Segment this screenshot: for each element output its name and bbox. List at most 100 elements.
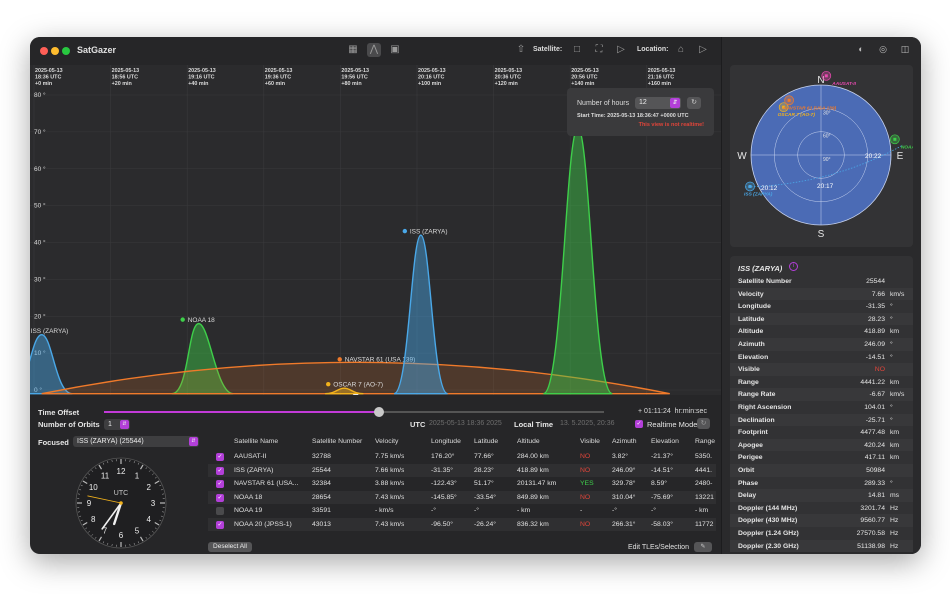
lock-icon[interactable]: □ [570,43,584,57]
header-elevation[interactable]: Elevation [651,438,679,445]
polar-plot[interactable]: 30°60°90°NSW EAAUSAT-IIOSCAR 7 (AO-7)NAVS… [730,65,921,247]
info-icon[interactable]: i [789,262,798,271]
time-offset-thumb[interactable] [374,407,384,417]
header-latitude[interactable]: Latitude [474,438,498,445]
y-tick-label: 50 ° [34,202,46,210]
table-row[interactable]: ✓ AAUSAT-II 32788 7.75 km/s 176.20° 77.66° 284… [208,450,716,463]
info-unit: km [890,429,900,437]
info-row: Visible NO [730,363,913,376]
pass-peak-dot [326,381,331,387]
zoom-window-button[interactable] [62,47,70,55]
row-checkbox[interactable]: ✓ [216,493,224,502]
focused-value: ISS (ZARYA) (25544) [77,438,144,445]
utc-field[interactable]: 2025-05-13 18:36 2025 [429,420,502,427]
edit-pencil-icon[interactable]: ✎ [694,542,712,552]
clock-center [119,501,123,505]
info-unit: ° [890,315,893,323]
info-unit: ms [890,492,900,500]
deselect-all-button[interactable]: Deselect All [208,542,252,552]
row-checkbox[interactable]: ✓ [216,453,224,461]
orbits-value: 1 [108,421,112,428]
reset-icon[interactable]: ↻ [697,418,710,429]
header-altitude[interactable]: Altitude [517,438,540,445]
info-key: Declination [738,416,775,424]
contrast-icon[interactable]: ◐ [855,43,867,55]
row-checkbox[interactable]: ✓ [216,480,224,489]
row-checkbox[interactable]: ✓ [216,466,224,475]
info-row: Declination -25.71 ° [730,413,913,427]
realtime-checkbox[interactable]: ✓ [635,420,643,428]
info-unit: Hz [890,517,899,525]
cell-name: NOAA 20 (JPSS-1) [234,521,292,528]
row-checkbox[interactable]: ✓ [216,521,224,529]
polar-satellite[interactable]: AAUSAT-II [821,70,857,87]
close-window-button[interactable] [40,47,48,55]
info-value: 25544 [866,278,885,285]
info-unit: ° [890,416,893,424]
info-unit: Hz [890,530,899,537]
chart-icon[interactable]: ⋀ [367,43,381,57]
split-location-icon[interactable]: ▷ [696,43,710,57]
table-row[interactable]: NOAA 19 33591 - km/s -° -° - km - -° -° - km [208,504,716,517]
hours-select[interactable]: 12 ⇵ [635,97,681,109]
info-key: Apogee [738,441,763,449]
row-checkbox[interactable] [216,507,224,516]
sidebar-toggle-icon[interactable]: ◫ [899,43,911,55]
target-icon[interactable]: ◎ [877,43,889,55]
info-value: 7.66 [871,290,885,298]
pass-peak-dot [337,357,342,362]
orbits-select[interactable]: 1 ⇵ [104,419,130,430]
focused-select[interactable]: ISS (ZARYA) (25544) ⇵ [73,436,199,447]
polar-ring-label: 90° [823,157,831,163]
clock-number: 2 [146,483,151,492]
time-tick-label: +120 min [495,81,518,87]
table-icon[interactable]: ▣ [388,43,402,57]
clock-number: 8 [91,515,96,524]
refresh-icon[interactable]: ↻ [687,97,701,109]
header-range[interactable]: Range [695,438,715,445]
split-icon[interactable]: ▷ [614,43,628,57]
minimize-window-button[interactable] [51,47,59,55]
time-tick-label: +140 min [571,81,594,87]
map-icon[interactable]: ▦ [346,43,360,57]
info-value: -14.51 [865,353,885,361]
header-name[interactable]: Satellite Name [234,438,278,445]
chevron-updown-icon: ⇵ [189,437,198,446]
pass-area[interactable] [30,333,73,395]
info-key: Doppler (1.24 GHz) [738,530,799,537]
local-time-field[interactable]: 13. 5.2025, 20:36 [560,420,615,427]
polar-ring-label: 60° [823,134,831,140]
header-longitude[interactable]: Longitude [431,438,461,445]
table-row[interactable]: ✓ NAVSTAR 61 (USA... 32384 3.88 km/s -122.43… [208,477,716,490]
home-icon[interactable]: ⌂ [674,43,688,57]
time-tick-label: 2025-05-13 [35,68,63,74]
table-row[interactable]: ✓ NOAA 18 28654 7.43 km/s -145.85° -33.54° 849… [208,490,716,504]
cell-az: 3.82° [612,453,628,460]
info-row: Range Rate -6.67 km/s [730,388,913,401]
clock-number: 1 [135,471,140,480]
cell-el: -21.37° [651,453,673,460]
header-visible[interactable]: Visible [580,438,600,445]
time-offset-value-text: + 01:11:24 [638,408,671,415]
pass-area[interactable] [542,127,613,395]
elevation-chart[interactable]: 2025-05-13 18:36 UTC +0 min 2025-05-13 18:56… [30,65,721,395]
time-offset-value: + 01:11:24 hr:min:sec [638,408,707,415]
cell-lat: 77.66° [474,453,494,460]
info-value: 14.81 [867,492,885,500]
header-azimuth[interactable]: Azimuth [612,438,637,445]
table-row[interactable]: ✓ ISS (ZARYA) 25544 7.66 km/s -31.35° 28.23° 4… [208,463,716,477]
polar-satellite[interactable]: NOAA 18 [890,134,921,151]
satellite-body [893,137,897,141]
expand-icon[interactable]: ⛶ [592,43,606,57]
header-velocity[interactable]: Velocity [375,438,398,445]
table-row[interactable]: ✓ NOAA 20 (JPSS-1) 43013 7.43 km/s -96.50° -2… [208,518,716,531]
info-key: Orbit [738,467,755,474]
clock-number: 3 [151,499,156,508]
share-icon[interactable]: ⇧ [514,43,528,57]
clock-number: 9 [87,499,92,508]
utc-clock: 12 1234567891011UTC [75,457,167,549]
time-tick-label: 19:16 UTC [188,75,214,81]
satellite-body [748,184,752,188]
header-number[interactable]: Satellite Number [312,438,362,445]
cell-range: 11772 [695,521,714,528]
